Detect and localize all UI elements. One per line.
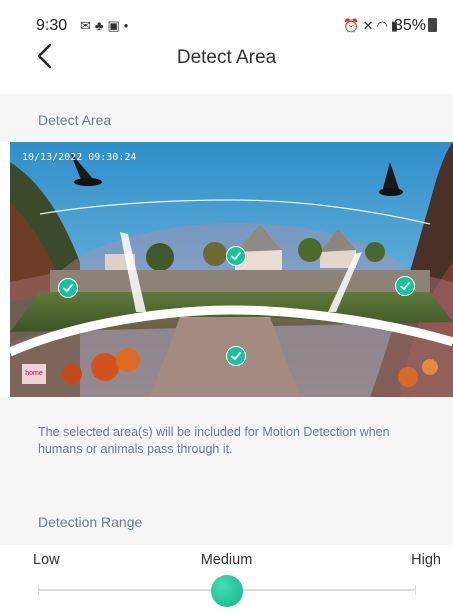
- page-title: Detect Area: [176, 47, 277, 68]
- range-option-high[interactable]: High: [411, 552, 441, 568]
- checkmark-icon: [63, 284, 73, 292]
- checkmark-icon: [400, 282, 410, 290]
- detection-range-label: Detection Range: [38, 514, 143, 530]
- mail-icon: ✉: [80, 18, 95, 33]
- zone-right-check[interactable]: [395, 276, 415, 296]
- zone-top-center-check[interactable]: [226, 246, 246, 266]
- detect-area-label: Detect Area: [38, 112, 112, 128]
- status-right-icons: ⏰✕◠▮: [343, 18, 401, 34]
- header: Detect Area: [0, 34, 453, 94]
- mute-icon: ✕: [362, 18, 377, 33]
- status-time: 9:30: [36, 17, 68, 34]
- camera-preview[interactable]: 10/13/2022 09:30:24 home: [10, 142, 453, 397]
- battery-indicator: 35%: [394, 17, 437, 35]
- zone-bottom-center-check[interactable]: [226, 346, 246, 366]
- checkmark-icon: [231, 252, 241, 260]
- status-bar: 9:30 ✉♣▣• ⏰✕◠▮ 35%: [0, 0, 453, 34]
- battery-icon: [428, 18, 437, 32]
- slider-track-start: [38, 585, 39, 595]
- battery-percent: 35%: [393, 17, 426, 34]
- zone-left-check[interactable]: [58, 278, 78, 298]
- alarm-icon: ⏰: [343, 18, 363, 33]
- checkmark-icon: [231, 352, 241, 360]
- slider-thumb[interactable]: [211, 575, 243, 607]
- camera-corner-label: home: [22, 364, 46, 384]
- detection-range-slider[interactable]: Low Medium High: [0, 545, 453, 615]
- range-option-medium[interactable]: Medium: [0, 552, 453, 568]
- detect-area-section: Detect Area: [0, 94, 453, 142]
- notification-icon: ▣: [107, 18, 124, 33]
- detect-area-description: The selected area(s) will be included fo…: [38, 425, 390, 456]
- camera-timestamp: 10/13/2022 09:30:24: [22, 152, 137, 163]
- status-left-icons: ✉♣▣•: [80, 18, 132, 34]
- dot-icon: •: [123, 18, 133, 33]
- wifi-icon: ◠: [376, 18, 391, 33]
- person-icon: ♣: [94, 18, 108, 33]
- slider-track-end: [415, 585, 416, 595]
